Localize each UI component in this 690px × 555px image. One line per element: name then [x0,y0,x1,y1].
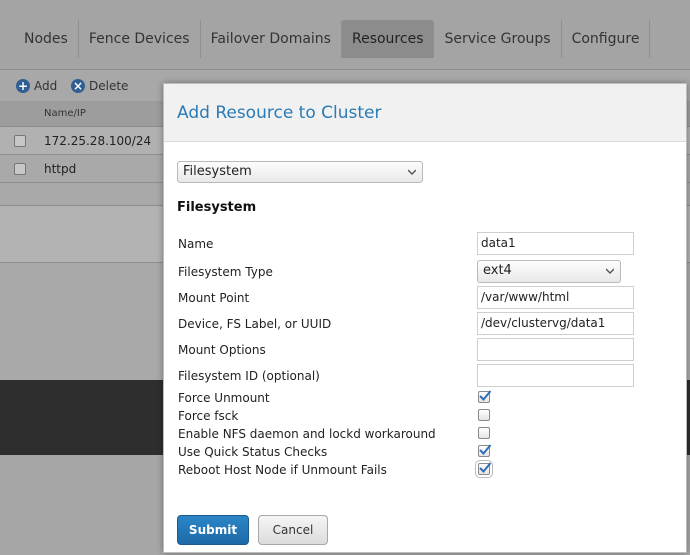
quick-status-label: Use Quick Status Checks [178,445,328,459]
dialog-title: Add Resource to Cluster [177,103,382,123]
row-name: httpd [44,162,77,176]
check-icon [479,462,492,473]
fs-id-label: Filesystem ID (optional) [178,369,320,383]
x-circle-icon: × [71,79,85,93]
add-resource-dialog: Add Resource to Cluster Filesystem Files… [163,83,687,553]
mount-options-label: Mount Options [178,343,266,357]
check-icon [479,390,492,401]
submit-button[interactable]: Submit [177,515,249,545]
add-label: Add [34,79,58,93]
mount-options-input[interactable] [477,338,634,361]
tab-bar: Nodes Fence Devices Failover Domains Res… [0,0,690,70]
reboot-on-fail-checkbox[interactable] [475,460,493,478]
check-icon [479,444,492,455]
reboot-on-fail-label: Reboot Host Node if Unmount Fails [178,463,387,477]
force-fsck-checkbox[interactable] [478,409,490,421]
tab-fence-devices[interactable]: Fence Devices [79,20,201,58]
name-input[interactable]: data1 [477,232,634,255]
row-checkbox[interactable] [14,163,26,175]
force-unmount-checkbox[interactable] [478,390,492,403]
plus-icon: + [16,79,30,93]
fs-id-input[interactable] [477,364,634,387]
device-input[interactable]: /dev/clustervg/data1 [477,312,634,335]
device-label: Device, FS Label, or UUID [178,317,332,331]
delete-button[interactable]: × Delete [71,79,128,93]
force-fsck-label: Force fsck [178,409,239,423]
tab-configure[interactable]: Configure [562,20,651,58]
fs-type-value: ext4 [483,263,512,278]
name-label: Name [178,237,214,251]
tab-failover-domains[interactable]: Failover Domains [201,20,342,58]
delete-label: Delete [89,79,129,93]
add-button[interactable]: + Add [16,79,57,93]
chevron-down-icon [606,268,614,274]
section-title: Filesystem [177,200,257,215]
nav-tabs: Nodes Fence Devices Failover Domains Res… [14,20,651,58]
quick-status-checkbox[interactable] [478,444,492,457]
tab-resources[interactable]: Resources [341,20,435,58]
tab-service-groups[interactable]: Service Groups [434,20,562,58]
cancel-button[interactable]: Cancel [258,515,328,545]
fs-type-select[interactable]: ext4 [477,260,621,283]
nfs-workaround-label: Enable NFS daemon and lockd workaround [178,427,436,441]
row-name: 172.25.28.100/24 [44,134,152,148]
fs-type-label: Filesystem Type [178,265,273,279]
chevron-down-icon [408,169,416,175]
resource-type-select[interactable]: Filesystem [177,161,423,183]
row-checkbox[interactable] [14,135,26,147]
force-unmount-label: Force Unmount [178,391,270,405]
resource-type-value: Filesystem [183,164,252,179]
tab-nodes[interactable]: Nodes [14,20,79,58]
nfs-workaround-checkbox[interactable] [478,427,490,439]
mount-point-input[interactable]: /var/www/html [477,286,634,309]
mount-point-label: Mount Point [178,291,250,305]
